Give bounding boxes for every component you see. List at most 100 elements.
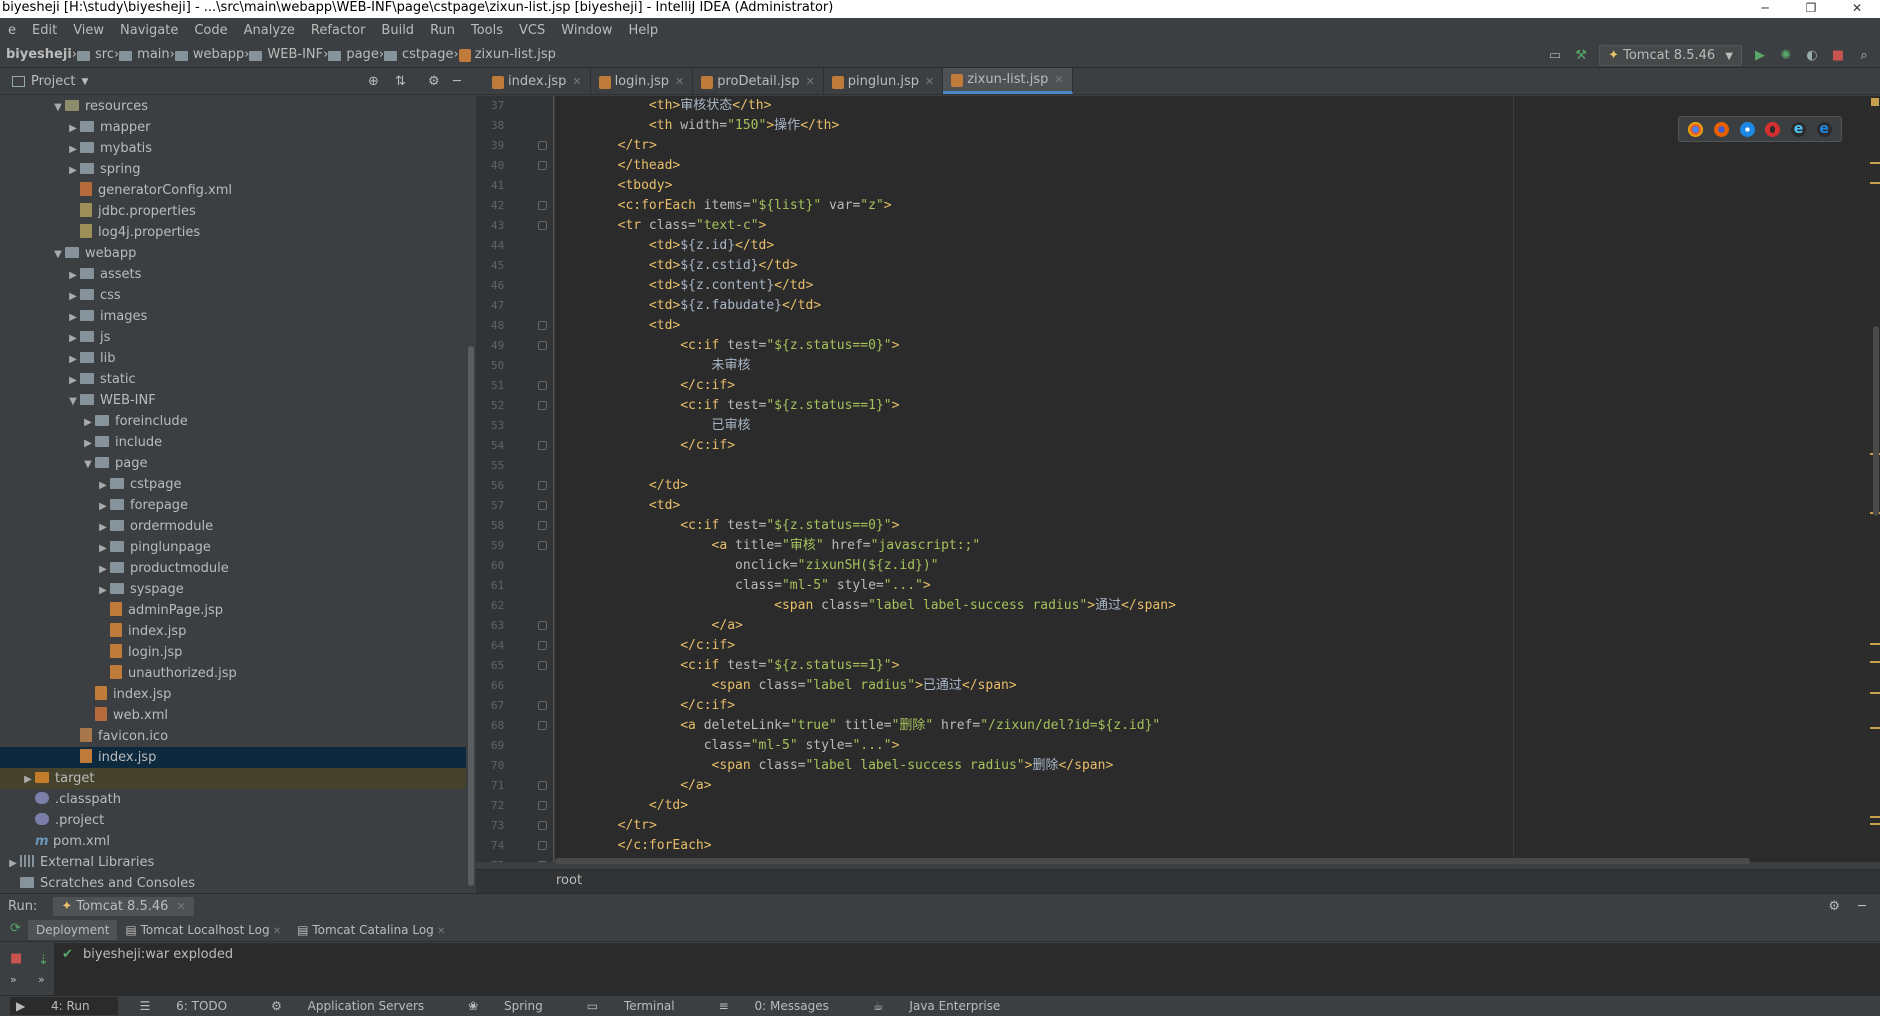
menu-item-e[interactable]: e: [0, 23, 24, 38]
code-line[interactable]: <c:if test="${z.status==0}">: [555, 336, 1870, 356]
tool-window-button[interactable]: ☕ Java Enterprise: [873, 999, 1022, 1013]
code-line[interactable]: <c:forEach items="${list}" var="z">: [555, 196, 1870, 216]
run-tab[interactable]: Deployment: [28, 919, 118, 940]
fold-marker-icon[interactable]: [538, 641, 547, 650]
fold-marker-icon[interactable]: [538, 401, 547, 410]
chevron-down-icon[interactable]: ▼: [51, 244, 65, 265]
tree-item[interactable]: jdbc.properties: [0, 201, 466, 222]
code-line[interactable]: <td>: [555, 496, 1870, 516]
tree-item[interactable]: ▶ productmodule: [0, 558, 466, 579]
editor-tab[interactable]: pinglun.jsp ✕: [824, 68, 944, 94]
editor-tab[interactable]: zixun-list.jsp ✕: [943, 68, 1073, 94]
tree-item[interactable]: generatorConfig.xml: [0, 180, 466, 201]
code-line[interactable]: <td>${z.fabudate}</td>: [555, 296, 1870, 316]
close-icon[interactable]: ✕: [806, 75, 815, 88]
tree-item[interactable]: ▶ static: [0, 369, 466, 390]
menu-item-vcs[interactable]: VCS: [511, 23, 553, 38]
fold-marker-icon[interactable]: [538, 321, 547, 330]
code-line[interactable]: </c:if>: [555, 696, 1870, 716]
tree-item[interactable]: ▶ cstpage: [0, 474, 466, 495]
chevron-down-icon[interactable]: ▼: [51, 97, 65, 118]
tree-item[interactable]: index.jsp: [0, 747, 466, 768]
code-line[interactable]: <td>${z.id}</td>: [555, 236, 1870, 256]
tree-item[interactable]: index.jsp: [0, 684, 466, 705]
chevron-right-icon[interactable]: ▶: [6, 853, 20, 874]
search-icon[interactable]: ⌕: [1856, 48, 1872, 64]
fold-marker-icon[interactable]: [538, 781, 547, 790]
menu-item-refactor[interactable]: Refactor: [303, 23, 374, 38]
debug-icon[interactable]: ✺: [1778, 48, 1794, 64]
hide-panel-icon[interactable]: ─: [453, 74, 461, 89]
chevron-right-icon[interactable]: ▶: [96, 496, 110, 517]
code-line[interactable]: onclick="zixunSH(${z.id})": [555, 556, 1870, 576]
editor-tab[interactable]: login.jsp ✕: [591, 68, 694, 94]
tree-item[interactable]: login.jsp: [0, 642, 466, 663]
breadcrumb-item[interactable]: page: [328, 47, 379, 62]
fold-marker-icon[interactable]: [538, 441, 547, 450]
chevron-down-icon[interactable]: ▼: [66, 391, 80, 412]
tree-item[interactable]: ▶ External Libraries: [0, 852, 466, 873]
code-line[interactable]: </tr>: [555, 136, 1870, 156]
tree-item[interactable]: favicon.ico: [0, 726, 466, 747]
tree-item[interactable]: ▶ include: [0, 432, 466, 453]
tree-item[interactable]: index.jsp: [0, 621, 466, 642]
menu-item-view[interactable]: View: [65, 23, 112, 38]
more-icon[interactable]: »: [38, 973, 45, 986]
stop-icon[interactable]: ■: [10, 951, 22, 966]
code-editor[interactable]: <th>审核状态</th> <th width="150">操作</th> </…: [555, 96, 1870, 862]
fold-marker-icon[interactable]: [538, 801, 547, 810]
breadcrumb-item[interactable]: src: [76, 47, 114, 62]
breadcrumb-item[interactable]: WEB-INF: [249, 47, 323, 62]
edge-icon[interactable]: e: [1816, 121, 1832, 137]
chevron-right-icon[interactable]: ▶: [66, 349, 80, 370]
tree-item[interactable]: unauthorized.jsp: [0, 663, 466, 684]
chevron-right-icon[interactable]: ▶: [96, 538, 110, 559]
breadcrumb-item[interactable]: biyesheji: [6, 47, 72, 62]
chevron-down-icon[interactable]: ▼: [81, 77, 88, 87]
code-line[interactable]: </td>: [555, 796, 1870, 816]
close-icon[interactable]: ✕: [270, 926, 281, 937]
menu-item-help[interactable]: Help: [621, 23, 667, 38]
chevron-right-icon[interactable]: ▶: [66, 370, 80, 391]
collapse-all-icon[interactable]: ⇅: [395, 74, 406, 89]
tool-window-button[interactable]: ≡ 0: Messages: [719, 999, 851, 1013]
code-line[interactable]: </a>: [555, 776, 1870, 796]
tree-item[interactable]: ▶ css: [0, 285, 466, 306]
menu-item-analyze[interactable]: Analyze: [236, 23, 303, 38]
tool-window-button[interactable]: ⚙ Application Servers: [271, 999, 446, 1013]
chevron-right-icon[interactable]: ▶: [66, 160, 80, 181]
code-line[interactable]: <th width="150">操作</th>: [555, 116, 1870, 136]
tool-window-button[interactable]: ▭ Terminal: [587, 999, 697, 1013]
chevron-right-icon[interactable]: ▶: [66, 286, 80, 307]
tree-item[interactable]: ▼ page: [0, 453, 466, 474]
run-configuration-select[interactable]: ✦ Tomcat 8.5.46 ▼: [1599, 45, 1742, 66]
tree-item[interactable]: ▶ images: [0, 306, 466, 327]
tree-item[interactable]: ▶ assets: [0, 264, 466, 285]
code-line[interactable]: <span class="label label-success radius"…: [555, 596, 1870, 616]
fold-marker-icon[interactable]: [538, 661, 547, 670]
chevron-right-icon[interactable]: ▶: [96, 580, 110, 601]
fold-marker-icon[interactable]: [538, 541, 547, 550]
deployment-item[interactable]: ✔ biyesheji:war exploded: [62, 947, 233, 962]
minimize-icon[interactable]: ─: [1742, 0, 1788, 18]
chevron-right-icon[interactable]: ▶: [66, 139, 80, 160]
tree-item[interactable]: ▶ ordermodule: [0, 516, 466, 537]
tree-item[interactable]: ▶ pinglunpage: [0, 537, 466, 558]
chevron-right-icon[interactable]: ▶: [81, 433, 95, 454]
run-tab[interactable]: ▤ Tomcat Localhost Log ✕: [117, 920, 289, 940]
tool-window-button[interactable]: ☰ 6: TODO: [140, 999, 250, 1013]
tree-item[interactable]: ▶ mybatis: [0, 138, 466, 159]
code-line[interactable]: </td>: [555, 476, 1870, 496]
breadcrumb-item[interactable]: zixun-list.jsp: [458, 47, 556, 62]
code-line[interactable]: 已审核: [555, 416, 1870, 436]
error-stripe[interactable]: [1870, 96, 1880, 862]
chevron-right-icon[interactable]: ▶: [96, 475, 110, 496]
close-icon[interactable]: ✕: [177, 900, 186, 913]
code-line[interactable]: <td>${z.content}</td>: [555, 276, 1870, 296]
restore-icon[interactable]: ❐: [1788, 0, 1834, 18]
code-line[interactable]: <tr class="text-c">: [555, 216, 1870, 236]
chevron-down-icon[interactable]: ▼: [81, 454, 95, 475]
menu-item-build[interactable]: Build: [373, 23, 422, 38]
menu-item-tools[interactable]: Tools: [463, 23, 511, 38]
horizontal-scrollbar[interactable]: [555, 858, 1750, 864]
